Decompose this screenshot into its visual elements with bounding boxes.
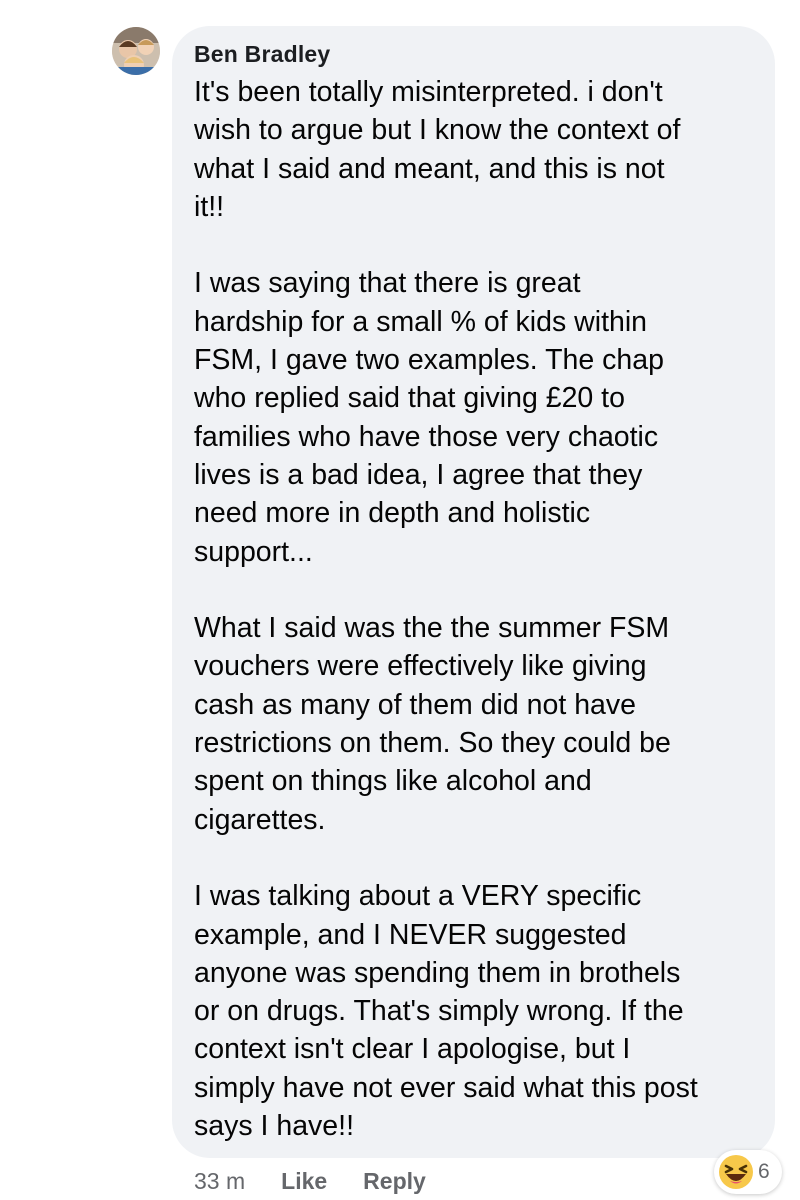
comment-paragraph: It's been totally misinterpreted. i don'… <box>194 73 755 226</box>
comment-line: vouchers were effectively like giving <box>194 650 647 683</box>
comment-line: simply have not ever said what this post <box>194 1071 698 1104</box>
comment-line: I was saying that there is great <box>194 267 581 300</box>
comment-line: What I said was the the summer FSM <box>194 612 670 645</box>
comment-author[interactable]: Ben Bradley <box>194 39 755 69</box>
comment-line: example, and I NEVER suggested <box>194 918 627 951</box>
comment-body: It's been totally misinterpreted. i don'… <box>194 73 755 1145</box>
comment-line: spent on things like alcohol and <box>194 765 592 798</box>
comment-line: cigarettes. <box>194 803 326 836</box>
comment-paragraph: I was talking about a VERY specific exam… <box>194 877 755 1145</box>
avatar-photo-icon <box>112 27 160 75</box>
comment-line: cash as many of them did not have <box>194 688 637 721</box>
comment-paragraph: What I said was the the summer FSM vouch… <box>194 609 755 839</box>
laughing-emoji-icon <box>719 1155 753 1189</box>
comment-line: says I have!! <box>194 1110 354 1143</box>
comment-line: I was talking about a VERY specific <box>194 880 642 913</box>
comment-bubble: Ben Bradley It's been totally misinterpr… <box>172 26 775 1158</box>
comment-timestamp[interactable]: 33 m <box>194 1168 245 1195</box>
comment-line: or on drugs. That's simply wrong. If the <box>194 995 684 1028</box>
reaction-summary[interactable]: 6 <box>714 1150 782 1194</box>
comment-line: families who have those very chaotic <box>194 420 659 453</box>
reply-button[interactable]: Reply <box>363 1168 426 1195</box>
comment-line: it!! <box>194 190 225 223</box>
comment-line: anyone was spending them in brothels <box>194 956 681 989</box>
comment-line: context isn't clear I apologise, but I <box>194 1033 631 1066</box>
comment-line: It's been totally misinterpreted. i don'… <box>194 76 663 108</box>
comment-line: FSM, I gave two examples. The chap <box>194 344 664 377</box>
comment-line: what I said and meant, and this is not <box>194 152 665 185</box>
reaction-count: 6 <box>758 1160 770 1183</box>
comment-line: lives is a bad idea, I agree that they <box>194 458 643 491</box>
comment-paragraph: I was saying that there is great hardshi… <box>194 264 755 570</box>
comment-line: restrictions on them. So they could be <box>194 727 671 760</box>
comment-actions: 33 m Like Reply <box>194 1164 426 1198</box>
like-button[interactable]: Like <box>281 1168 327 1195</box>
comment-line: wish to argue but I know the context of <box>194 114 681 147</box>
comment-line: hardship for a small % of kids within <box>194 305 648 338</box>
avatar[interactable] <box>112 27 160 75</box>
comment-line: need more in depth and holistic <box>194 497 591 530</box>
comment-line: support... <box>194 535 313 568</box>
comment-line: who replied said that giving £20 to <box>194 382 625 415</box>
